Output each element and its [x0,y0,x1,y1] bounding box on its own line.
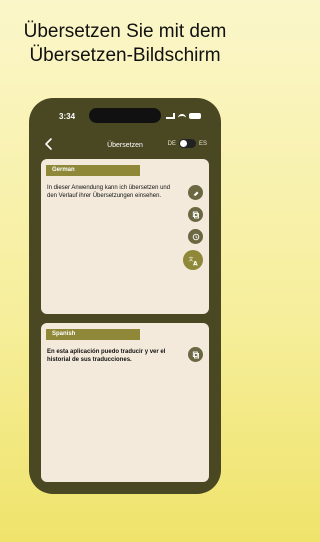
target-language-label: Spanish [46,329,140,340]
clear-button[interactable] [188,185,203,200]
promo-headline: Übersetzen Sie mit dem Übersetzen-Bildsc… [23,21,227,66]
source-language-label: German [46,165,140,176]
battery-icon [189,113,201,119]
app-screen: 3:34 Übersetzen DE ES German In dieser A… [35,104,215,488]
status-icons [166,113,201,119]
history-icon [192,233,199,240]
lang-right-label: ES [198,140,207,147]
copy-icon [192,351,199,358]
source-text-input[interactable]: In dieser Anwendung kann ich übersetzen … [47,184,176,200]
copy-icon [192,211,199,218]
dynamic-island [89,108,161,123]
translated-text: En esta aplicación puedo traducir y ver … [47,349,166,363]
language-switch[interactable]: DE ES [168,139,207,148]
copy-translation-button[interactable] [188,347,203,362]
eraser-icon [193,191,198,196]
source-card: German In dieser Anwendung kann ich über… [41,159,209,314]
status-time: 3:34 [59,111,76,121]
translate-icon: 文 A [188,256,198,266]
language-toggle[interactable] [178,139,196,148]
nav-bar: Übersetzen DE ES [35,135,215,155]
lang-left-label: DE [167,140,176,147]
translate-button[interactable]: 文 A [183,250,203,270]
wifi-icon [178,113,186,119]
svg-text:A: A [193,260,198,266]
copy-source-button[interactable] [188,207,203,222]
signal-icon [166,113,175,119]
target-card: Spanish En esta aplicación puedo traduci… [41,323,209,482]
phone-frame: 3:34 Übersetzen DE ES German In dieser A… [29,98,221,494]
history-button[interactable] [188,229,203,244]
